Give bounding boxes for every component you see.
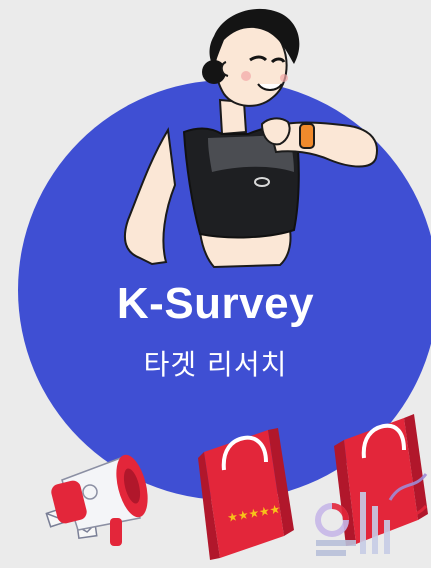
analytics-chart-icon (315, 473, 428, 556)
k-survey-banner: K-Survey 타겟 리서치 ★★★★★ (0, 0, 431, 568)
